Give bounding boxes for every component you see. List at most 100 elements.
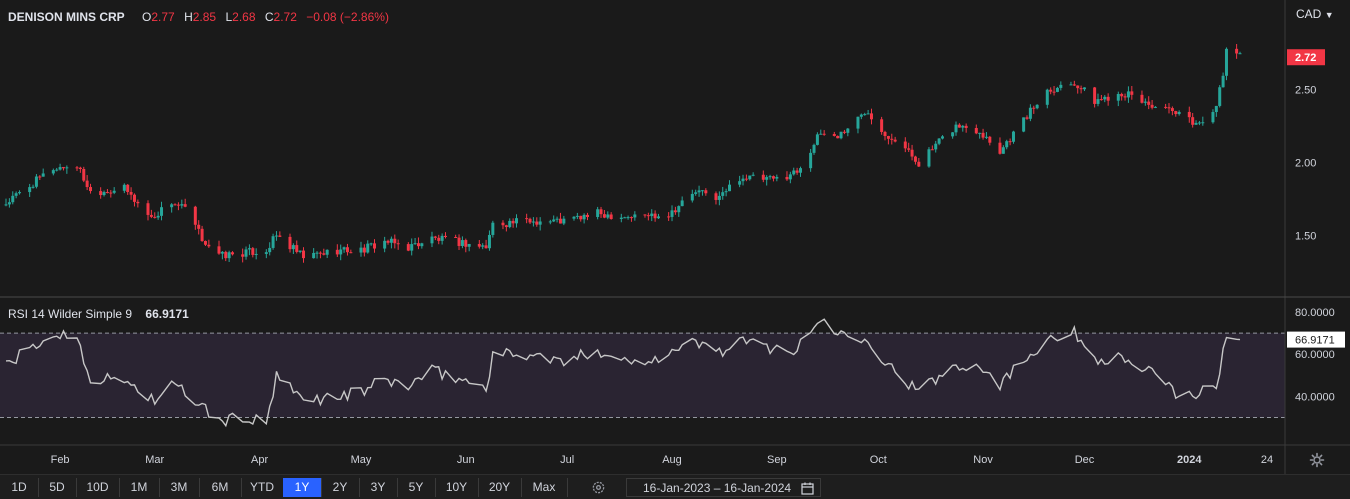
candle-body[interactable]: [673, 210, 677, 213]
candle-body[interactable]: [552, 219, 556, 222]
candle-body[interactable]: [4, 204, 8, 206]
candle-body[interactable]: [413, 243, 417, 245]
candle-body[interactable]: [957, 124, 961, 128]
candle-body[interactable]: [964, 125, 968, 128]
candle-body[interactable]: [795, 170, 799, 173]
candle-body[interactable]: [866, 113, 870, 115]
candle-body[interactable]: [1214, 105, 1218, 113]
candle-body[interactable]: [122, 184, 126, 191]
candle-body[interactable]: [396, 243, 400, 245]
candle-body[interactable]: [771, 176, 775, 179]
candle-body[interactable]: [41, 173, 45, 177]
candle-body[interactable]: [1045, 89, 1049, 105]
range-button-1m[interactable]: 1M: [119, 478, 160, 497]
candle-body[interactable]: [1211, 112, 1215, 123]
candle-body[interactable]: [998, 142, 1002, 154]
candle-body[interactable]: [761, 174, 765, 180]
chart-settings-gear-icon[interactable]: [1309, 452, 1325, 468]
candle-body[interactable]: [207, 244, 211, 247]
candle-body[interactable]: [78, 167, 82, 170]
candle-body[interactable]: [170, 204, 174, 208]
candle-body[interactable]: [156, 215, 160, 218]
candle-body[interactable]: [1022, 117, 1026, 132]
candle-body[interactable]: [85, 180, 89, 188]
date-range-picker[interactable]: 16-Jan-2023 – 16-Jan-2024: [626, 478, 821, 497]
candle-body[interactable]: [112, 190, 116, 193]
candle-body[interactable]: [646, 215, 650, 217]
candle-body[interactable]: [792, 170, 796, 175]
candle-body[interactable]: [596, 209, 600, 217]
candle-body[interactable]: [18, 192, 22, 194]
candle-body[interactable]: [717, 195, 721, 200]
candle-body[interactable]: [558, 218, 562, 224]
range-button-1y[interactable]: 1Y: [283, 478, 322, 497]
candle-body[interactable]: [609, 214, 613, 219]
candle-body[interactable]: [477, 243, 481, 247]
candle-body[interactable]: [704, 190, 708, 194]
candle-body[interactable]: [420, 243, 424, 247]
candle-body[interactable]: [491, 222, 495, 235]
candle-body[interactable]: [856, 116, 860, 129]
candle-body[interactable]: [832, 133, 836, 136]
candle-body[interactable]: [984, 136, 988, 138]
candle-body[interactable]: [531, 221, 535, 223]
candle-body[interactable]: [1238, 53, 1242, 55]
candle-body[interactable]: [633, 214, 637, 218]
candle-body[interactable]: [680, 200, 684, 207]
candle-body[interactable]: [1224, 48, 1228, 76]
candle-body[interactable]: [193, 206, 197, 225]
candle-body[interactable]: [1059, 84, 1063, 88]
candle-body[interactable]: [690, 193, 694, 201]
candle-body[interactable]: [1082, 87, 1086, 90]
candle-body[interactable]: [1005, 141, 1009, 148]
candle-body[interactable]: [251, 248, 255, 255]
candle-body[interactable]: [599, 209, 603, 215]
candle-body[interactable]: [842, 131, 846, 133]
chart-area[interactable]: 1.50 2.00 2.50 2.72 Feb Mar Apr May Jun Jul Aug Sep…: [0, 0, 1350, 498]
candle-body[interactable]: [988, 136, 992, 143]
candle-body[interactable]: [359, 247, 363, 253]
candle-body[interactable]: [335, 249, 339, 255]
candle-body[interactable]: [1116, 93, 1120, 101]
candle-body[interactable]: [264, 252, 268, 254]
candle-body[interactable]: [318, 252, 322, 254]
candle-body[interactable]: [907, 148, 911, 150]
candle-body[interactable]: [345, 247, 349, 253]
candle-body[interactable]: [555, 218, 559, 220]
candle-body[interactable]: [55, 169, 59, 171]
candle-body[interactable]: [606, 214, 610, 218]
candle-body[interactable]: [812, 144, 816, 153]
candle-body[interactable]: [836, 135, 840, 139]
candle-body[interactable]: [738, 181, 742, 185]
candle-body[interactable]: [11, 195, 15, 203]
candle-body[interactable]: [650, 213, 654, 217]
candle-body[interactable]: [315, 252, 319, 254]
range-button-max[interactable]: Max: [521, 478, 568, 497]
candle-body[interactable]: [788, 174, 792, 180]
candle-body[interactable]: [1126, 91, 1130, 98]
candle-body[interactable]: [383, 240, 387, 249]
candle-body[interactable]: [389, 238, 393, 243]
candle-body[interactable]: [322, 253, 326, 255]
candle-body[interactable]: [440, 235, 444, 241]
candle-body[interactable]: [102, 192, 106, 196]
candle-body[interactable]: [670, 210, 674, 217]
candle-body[interactable]: [416, 243, 420, 247]
candle-body[interactable]: [268, 247, 272, 253]
candle-body[interactable]: [528, 218, 532, 223]
candle-body[interactable]: [934, 143, 938, 150]
candle-body[interactable]: [714, 193, 718, 200]
candle-body[interactable]: [1194, 122, 1198, 125]
candle-body[interactable]: [653, 213, 657, 219]
candle-body[interactable]: [467, 243, 471, 247]
candle-body[interactable]: [342, 247, 346, 250]
candle-body[interactable]: [910, 149, 914, 157]
candle-body[interactable]: [1011, 131, 1015, 142]
candle-body[interactable]: [1191, 117, 1195, 125]
range-button-ytd[interactable]: YTD: [241, 478, 284, 497]
candle-body[interactable]: [34, 176, 38, 187]
candle-body[interactable]: [241, 254, 245, 257]
candle-body[interactable]: [1164, 106, 1168, 108]
chart-svg[interactable]: 1.50 2.00 2.50 2.72 Feb Mar Apr May Jun Jul Aug Sep…: [0, 0, 1350, 474]
candle-body[interactable]: [697, 190, 701, 193]
